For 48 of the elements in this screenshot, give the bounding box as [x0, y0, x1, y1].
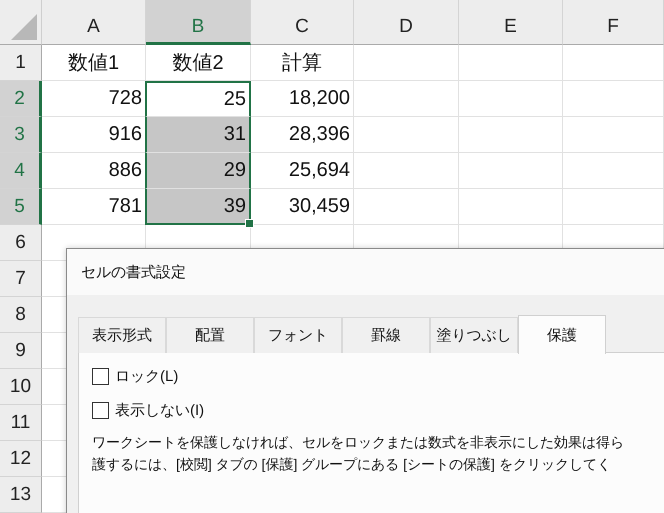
table-cell-text: 数値2: [172, 51, 224, 76]
tab[interactable]: 塗りつぶし: [430, 317, 518, 353]
column-header[interactable]: D: [354, 0, 459, 45]
table-cell: 25,694: [288, 159, 350, 182]
table-cell: 781: [108, 195, 142, 218]
row-header[interactable]: 5: [0, 189, 42, 225]
table-cell: 31: [224, 123, 246, 146]
table-cell: 29: [224, 159, 246, 182]
table-cell-text: 数値1: [68, 51, 120, 76]
column-header[interactable]: B: [146, 0, 251, 45]
table-cell: 30,459: [288, 195, 350, 218]
tab[interactable]: 配置: [166, 317, 254, 353]
column-header[interactable]: F: [563, 0, 664, 45]
checkbox[interactable]: [92, 402, 109, 418]
column-header[interactable]: C: [251, 0, 354, 45]
table-cell: 25: [224, 88, 246, 111]
row-header[interactable]: 13: [0, 477, 42, 513]
row-header[interactable]: 10: [0, 369, 42, 405]
description-text: 護するには、[校閲] タブの [保護] グループにある [シートの保護] をクリックしてく: [92, 455, 611, 474]
fill-handle[interactable]: [245, 219, 254, 228]
checkbox[interactable]: [92, 368, 109, 384]
row-header[interactable]: 3: [0, 117, 42, 153]
row-header[interactable]: 12: [0, 441, 42, 477]
tab[interactable]: 表示形式: [78, 317, 166, 353]
table-cell: 18,200: [288, 87, 350, 110]
dialog-title: セルの書式設定: [67, 249, 664, 295]
table-cell-text: 計算: [282, 51, 322, 76]
column-header[interactable]: E: [459, 0, 563, 45]
row-header[interactable]: 2: [0, 81, 42, 117]
column-header[interactable]: A: [42, 0, 146, 45]
table-cell: 916: [108, 123, 142, 146]
row-header[interactable]: 8: [0, 297, 42, 333]
table-cell: 28,396: [288, 123, 350, 146]
row-header[interactable]: 7: [0, 261, 42, 297]
checkbox-option[interactable]: 表示しない(I): [92, 397, 204, 423]
row-header[interactable]: 4: [0, 153, 42, 189]
row-header[interactable]: 1: [0, 45, 42, 81]
tab[interactable]: フォント: [254, 317, 342, 353]
row-header[interactable]: 11: [0, 405, 42, 441]
row-header[interactable]: 9: [0, 333, 42, 369]
table-cell: 886: [108, 159, 142, 182]
table-cell: 728: [108, 87, 142, 110]
checkbox-option[interactable]: ロック(L): [92, 363, 178, 389]
table-cell: 39: [224, 194, 246, 218]
description-text: ワークシートを保護しなければ、セルをロックまたは数式を非表示にした効果は得ら: [92, 433, 624, 452]
tab[interactable]: 保護: [518, 315, 606, 354]
tab[interactable]: 罫線: [342, 317, 430, 353]
row-header[interactable]: 6: [0, 225, 42, 261]
